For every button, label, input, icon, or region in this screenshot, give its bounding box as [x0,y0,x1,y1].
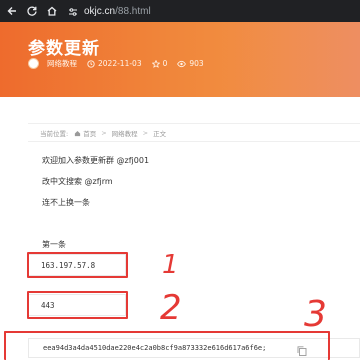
annotation-number-2: 2 [160,288,182,328]
content-line-3: 连不上换一条 [42,198,90,207]
eye-icon [177,60,187,67]
article-header: 参数更新 网络教程 2022-11-03 0 903 [0,22,360,97]
url-text[interactable]: okjc.cn/88.html [84,6,151,17]
breadcrumb-home[interactable]: 首页 [74,128,96,138]
breadcrumb-separator: > [101,129,107,137]
breadcrumb-prefix: 当前位置: [40,130,69,138]
highlight-box-2 [27,291,128,319]
header-gradient-overlay [220,22,360,97]
home-small-icon [75,130,81,136]
breadcrumb: 当前位置: 首页 > 网络教程 > 正文 [40,128,166,138]
url-path: /88.html [115,5,151,17]
clock-icon [87,59,95,68]
address-bar[interactable]: okjc.cn/88.html [68,2,151,21]
annotation-number-3: 3 [304,294,327,335]
stars-meta[interactable]: 0 [151,59,168,68]
article-meta: 网络教程 2022-11-03 0 903 [28,58,214,69]
section-label: 第一条 [42,240,66,249]
content-line-1: 欢迎加入参数更新群 @zfj001 [42,156,150,165]
author-avatar[interactable] [28,58,39,69]
stars-count: 0 [162,59,168,68]
site-info-icon[interactable] [68,2,78,21]
breadcrumb-category[interactable]: 网络教程 [112,128,138,138]
divider [28,141,360,142]
home-icon[interactable] [44,3,60,19]
annotation-number-1: 1 [162,250,179,280]
page-title: 参数更新 [28,39,100,59]
url-domain: okjc.cn [84,5,116,17]
author-name[interactable]: 网络教程 [47,58,77,69]
breadcrumb-current: 正文 [153,130,167,138]
copy-icon[interactable] [296,342,308,356]
content-line-2: 改中文搜索 @zfjrm [42,177,113,186]
date-label: 2022-11-03 [98,59,142,68]
divider [28,123,360,124]
breadcrumb-home-label: 首页 [83,130,97,138]
views-meta: 903 [177,59,204,68]
reload-icon[interactable] [24,3,40,19]
author-label: 网络教程 [47,59,77,68]
back-arrow-icon[interactable] [4,3,20,19]
star-icon [151,59,160,68]
views-count: 903 [189,59,204,68]
breadcrumb-separator: > [142,129,149,137]
browser-toolbar: okjc.cn/88.html [0,0,360,22]
date-meta: 2022-11-03 [87,59,142,68]
highlight-box-3 [4,331,330,360]
highlight-box-1 [27,252,128,278]
